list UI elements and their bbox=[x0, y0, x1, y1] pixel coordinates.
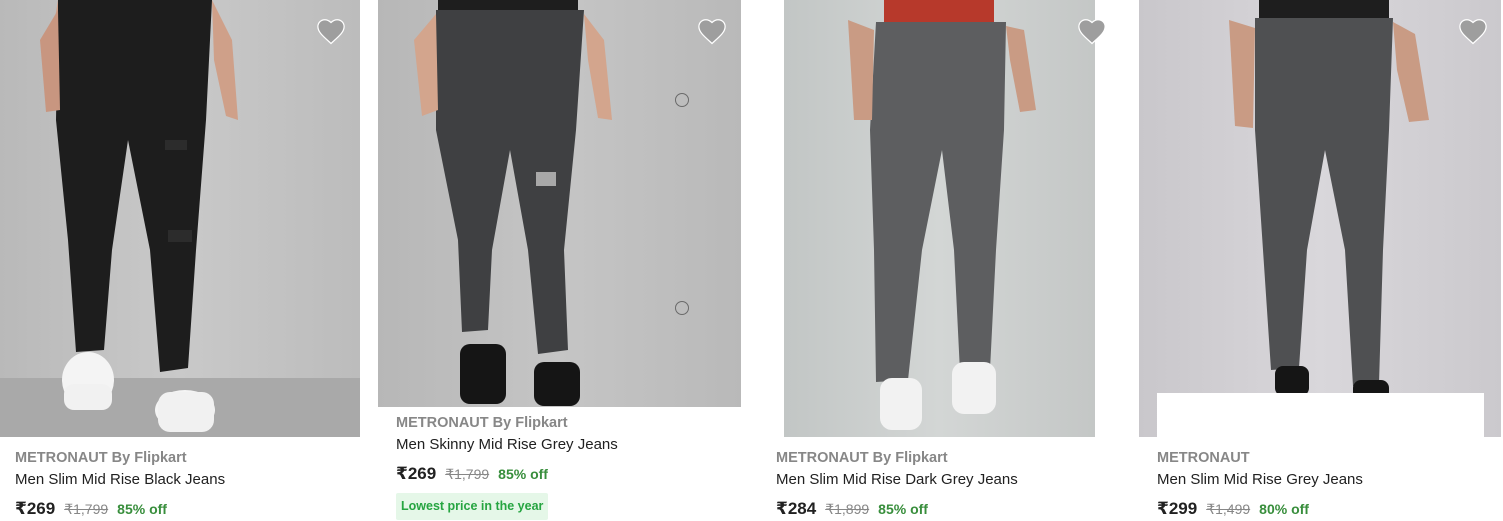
product-mrp: ₹1,799 bbox=[64, 501, 109, 517]
product-price: ₹284 bbox=[776, 499, 817, 518]
product-price: ₹299 bbox=[1157, 499, 1198, 518]
carousel-dot[interactable] bbox=[675, 93, 689, 107]
product-mrp: ₹1,899 bbox=[825, 501, 870, 517]
product-mrp: ₹1,499 bbox=[1206, 501, 1251, 517]
heart-icon bbox=[698, 19, 726, 45]
product-mrp: ₹1,799 bbox=[445, 466, 490, 482]
product-discount: 85% off bbox=[498, 466, 548, 482]
heart-icon bbox=[1459, 19, 1487, 45]
product-title[interactable]: Men Skinny Mid Rise Grey Jeans bbox=[396, 436, 618, 453]
product-title[interactable]: Men Slim Mid Rise Grey Jeans bbox=[1157, 471, 1363, 488]
product-title[interactable]: Men Slim Mid Rise Black Jeans bbox=[15, 471, 225, 488]
price-row: ₹269 ₹1,799 85% off bbox=[15, 499, 167, 519]
product-discount: 80% off bbox=[1259, 501, 1309, 517]
offer-tag: Lowest price in the year bbox=[396, 493, 549, 520]
price-row: ₹284 ₹1,899 85% off bbox=[776, 499, 928, 519]
product-image[interactable] bbox=[378, 0, 741, 407]
jeans-illustration bbox=[0, 0, 360, 437]
product-discount: 85% off bbox=[878, 501, 928, 517]
wishlist-button[interactable] bbox=[1458, 17, 1488, 45]
product-image[interactable] bbox=[1139, 0, 1501, 437]
product-brand: METRONAUT bbox=[1157, 450, 1250, 466]
wishlist-button[interactable] bbox=[697, 17, 727, 45]
product-brand: METRONAUT By Flipkart bbox=[396, 415, 568, 431]
image-overlay bbox=[1157, 393, 1484, 437]
product-image[interactable] bbox=[0, 0, 360, 437]
product-price: ₹269 bbox=[396, 464, 437, 483]
product-discount: 85% off bbox=[117, 501, 167, 517]
product-brand: METRONAUT By Flipkart bbox=[15, 450, 187, 466]
product-brand: METRONAUT By Flipkart bbox=[776, 450, 948, 466]
carousel-dot[interactable] bbox=[675, 301, 689, 315]
price-row: ₹269 ₹1,799 85% off bbox=[396, 464, 548, 484]
product-price: ₹269 bbox=[15, 499, 56, 518]
heart-icon bbox=[1078, 19, 1106, 45]
wishlist-button[interactable] bbox=[1077, 17, 1107, 45]
jeans-illustration bbox=[1229, 0, 1429, 400]
heart-icon bbox=[317, 19, 345, 45]
product-title[interactable]: Men Slim Mid Rise Dark Grey Jeans bbox=[776, 471, 1018, 488]
product-image[interactable] bbox=[784, 0, 1095, 437]
price-row: ₹299 ₹1,499 80% off bbox=[1157, 499, 1309, 519]
jeans-illustration bbox=[414, 0, 612, 406]
wishlist-button[interactable] bbox=[316, 17, 346, 45]
jeans-illustration bbox=[848, 0, 1036, 430]
